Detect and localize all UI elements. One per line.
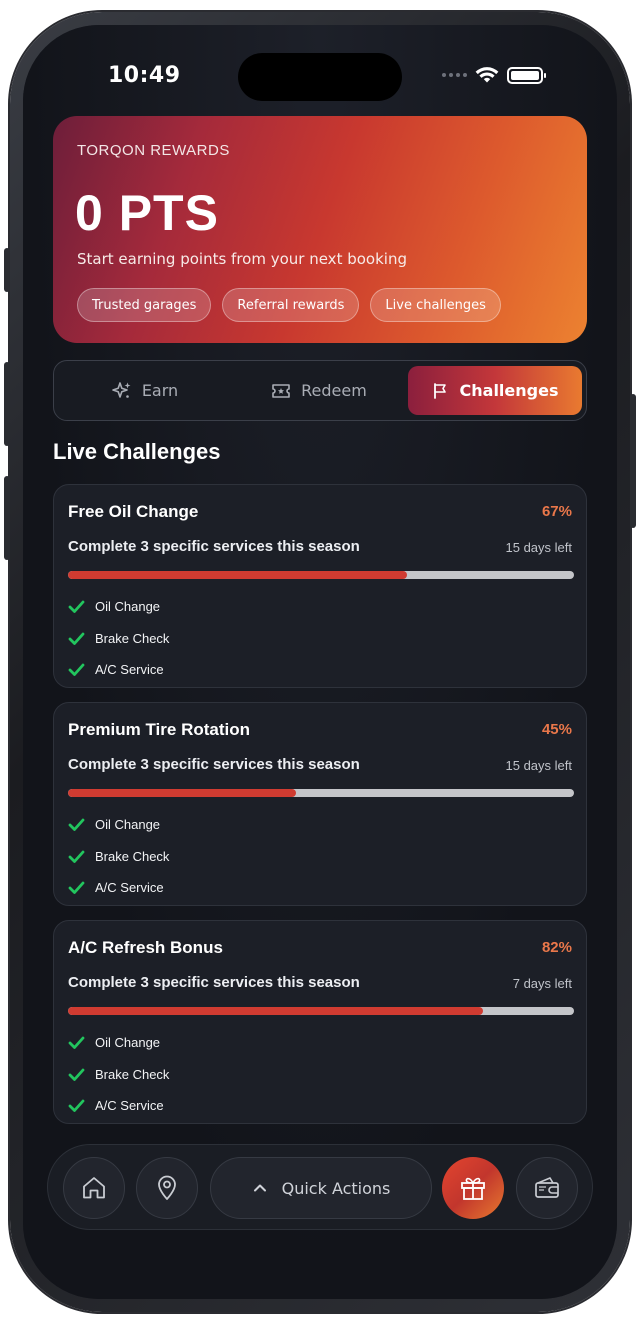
task-list: Oil Change Brake Check A/C Service (68, 809, 169, 904)
volume-down-button (4, 476, 10, 560)
tab-redeem[interactable]: Redeem (234, 366, 404, 415)
nav-rewards-button[interactable] (442, 1157, 504, 1219)
brand-label: TORQON REWARDS (77, 142, 230, 159)
check-icon (68, 1036, 85, 1050)
progress-bar (68, 571, 574, 579)
location-pin-icon (158, 1175, 176, 1200)
quick-actions-button[interactable]: Quick Actions (210, 1157, 432, 1219)
status-time: 10:49 (108, 63, 181, 88)
challenge-card[interactable]: Free Oil Change 67% Complete 3 specific … (53, 484, 587, 688)
challenge-title: A/C Refresh Bonus (68, 938, 223, 957)
check-icon (68, 1068, 85, 1081)
hero-subtitle: Start earning points from your next book… (77, 250, 407, 268)
task-item: A/C Service (68, 654, 169, 686)
chip-live-challenges[interactable]: Live challenges (370, 288, 501, 322)
task-item: Brake Check (68, 623, 169, 655)
tab-challenges[interactable]: Challenges (408, 366, 582, 415)
tab-earn-label: Earn (141, 381, 179, 400)
rewards-tabs: Earn Redeem Challenges (53, 360, 587, 421)
wallet-icon (535, 1177, 559, 1198)
days-left: 15 days left (505, 540, 573, 555)
battery-icon (507, 66, 546, 84)
task-item: A/C Service (68, 1090, 169, 1122)
check-icon (68, 850, 85, 863)
quick-actions-label: Quick Actions (281, 1178, 391, 1198)
flag-icon (433, 382, 446, 399)
progress-bar (68, 789, 574, 797)
challenge-percent: 82% (541, 939, 572, 956)
volume-up-button (4, 362, 10, 446)
feature-chips: Trusted garages Referral rewards Live ch… (77, 288, 501, 322)
chevron-up-icon (253, 1184, 266, 1192)
nav-location-button[interactable] (136, 1157, 198, 1219)
check-icon (68, 1099, 85, 1113)
challenge-percent: 67% (541, 503, 572, 520)
rewards-hero-card: TORQON REWARDS 0 PTS Start earning point… (53, 116, 587, 343)
task-item: Oil Change (68, 809, 169, 841)
section-title: Live Challenges (53, 439, 221, 464)
progress-bar (68, 1007, 574, 1015)
check-icon (68, 600, 85, 614)
challenge-description: Complete 3 specific services this season (68, 974, 360, 991)
nav-home-button[interactable] (63, 1157, 125, 1219)
signal-icon (442, 73, 467, 77)
check-icon (68, 881, 85, 895)
tab-earn[interactable]: Earn (60, 366, 230, 415)
bottom-nav: Quick Actions (47, 1144, 593, 1230)
task-item: Brake Check (68, 1059, 169, 1091)
gift-icon (461, 1177, 485, 1200)
task-list: Oil Change Brake Check A/C Service (68, 591, 169, 686)
task-item: Oil Change (68, 1027, 169, 1059)
power-button (630, 394, 636, 528)
tab-challenges-label: Challenges (459, 381, 559, 400)
challenge-card[interactable]: Premium Tire Rotation 45% Complete 3 spe… (53, 702, 587, 906)
check-icon (68, 818, 85, 832)
challenge-description: Complete 3 specific services this season (68, 756, 360, 773)
task-item: Brake Check (68, 841, 169, 873)
sparkle-icon (112, 381, 131, 398)
progress-fill (68, 1007, 483, 1015)
challenge-title: Free Oil Change (68, 502, 199, 521)
chip-trusted-garages[interactable]: Trusted garages (77, 288, 212, 322)
action-button (4, 248, 10, 292)
task-item: Oil Change (68, 591, 169, 623)
days-left: 15 days left (505, 758, 573, 773)
tab-redeem-label: Redeem (301, 381, 367, 400)
task-item: A/C Service (68, 872, 169, 904)
nav-wallet-button[interactable] (516, 1157, 578, 1219)
challenge-card[interactable]: A/C Refresh Bonus 82% Complete 3 specifi… (53, 920, 587, 1124)
check-icon (68, 663, 85, 677)
progress-fill (68, 789, 296, 797)
chip-referral-rewards[interactable]: Referral rewards (222, 288, 360, 322)
challenge-title: Premium Tire Rotation (68, 720, 250, 739)
dynamic-island (238, 53, 402, 101)
task-list: Oil Change Brake Check A/C Service (68, 1027, 169, 1122)
status-icons (442, 66, 546, 84)
check-icon (68, 632, 85, 645)
home-icon (83, 1177, 105, 1199)
points-balance: 0 PTS (75, 185, 219, 241)
ticket-icon (272, 383, 290, 398)
days-left: 7 days left (512, 976, 572, 991)
challenge-description: Complete 3 specific services this season (68, 538, 360, 555)
wifi-icon (475, 67, 499, 83)
challenge-percent: 45% (541, 721, 572, 738)
progress-fill (68, 571, 408, 579)
